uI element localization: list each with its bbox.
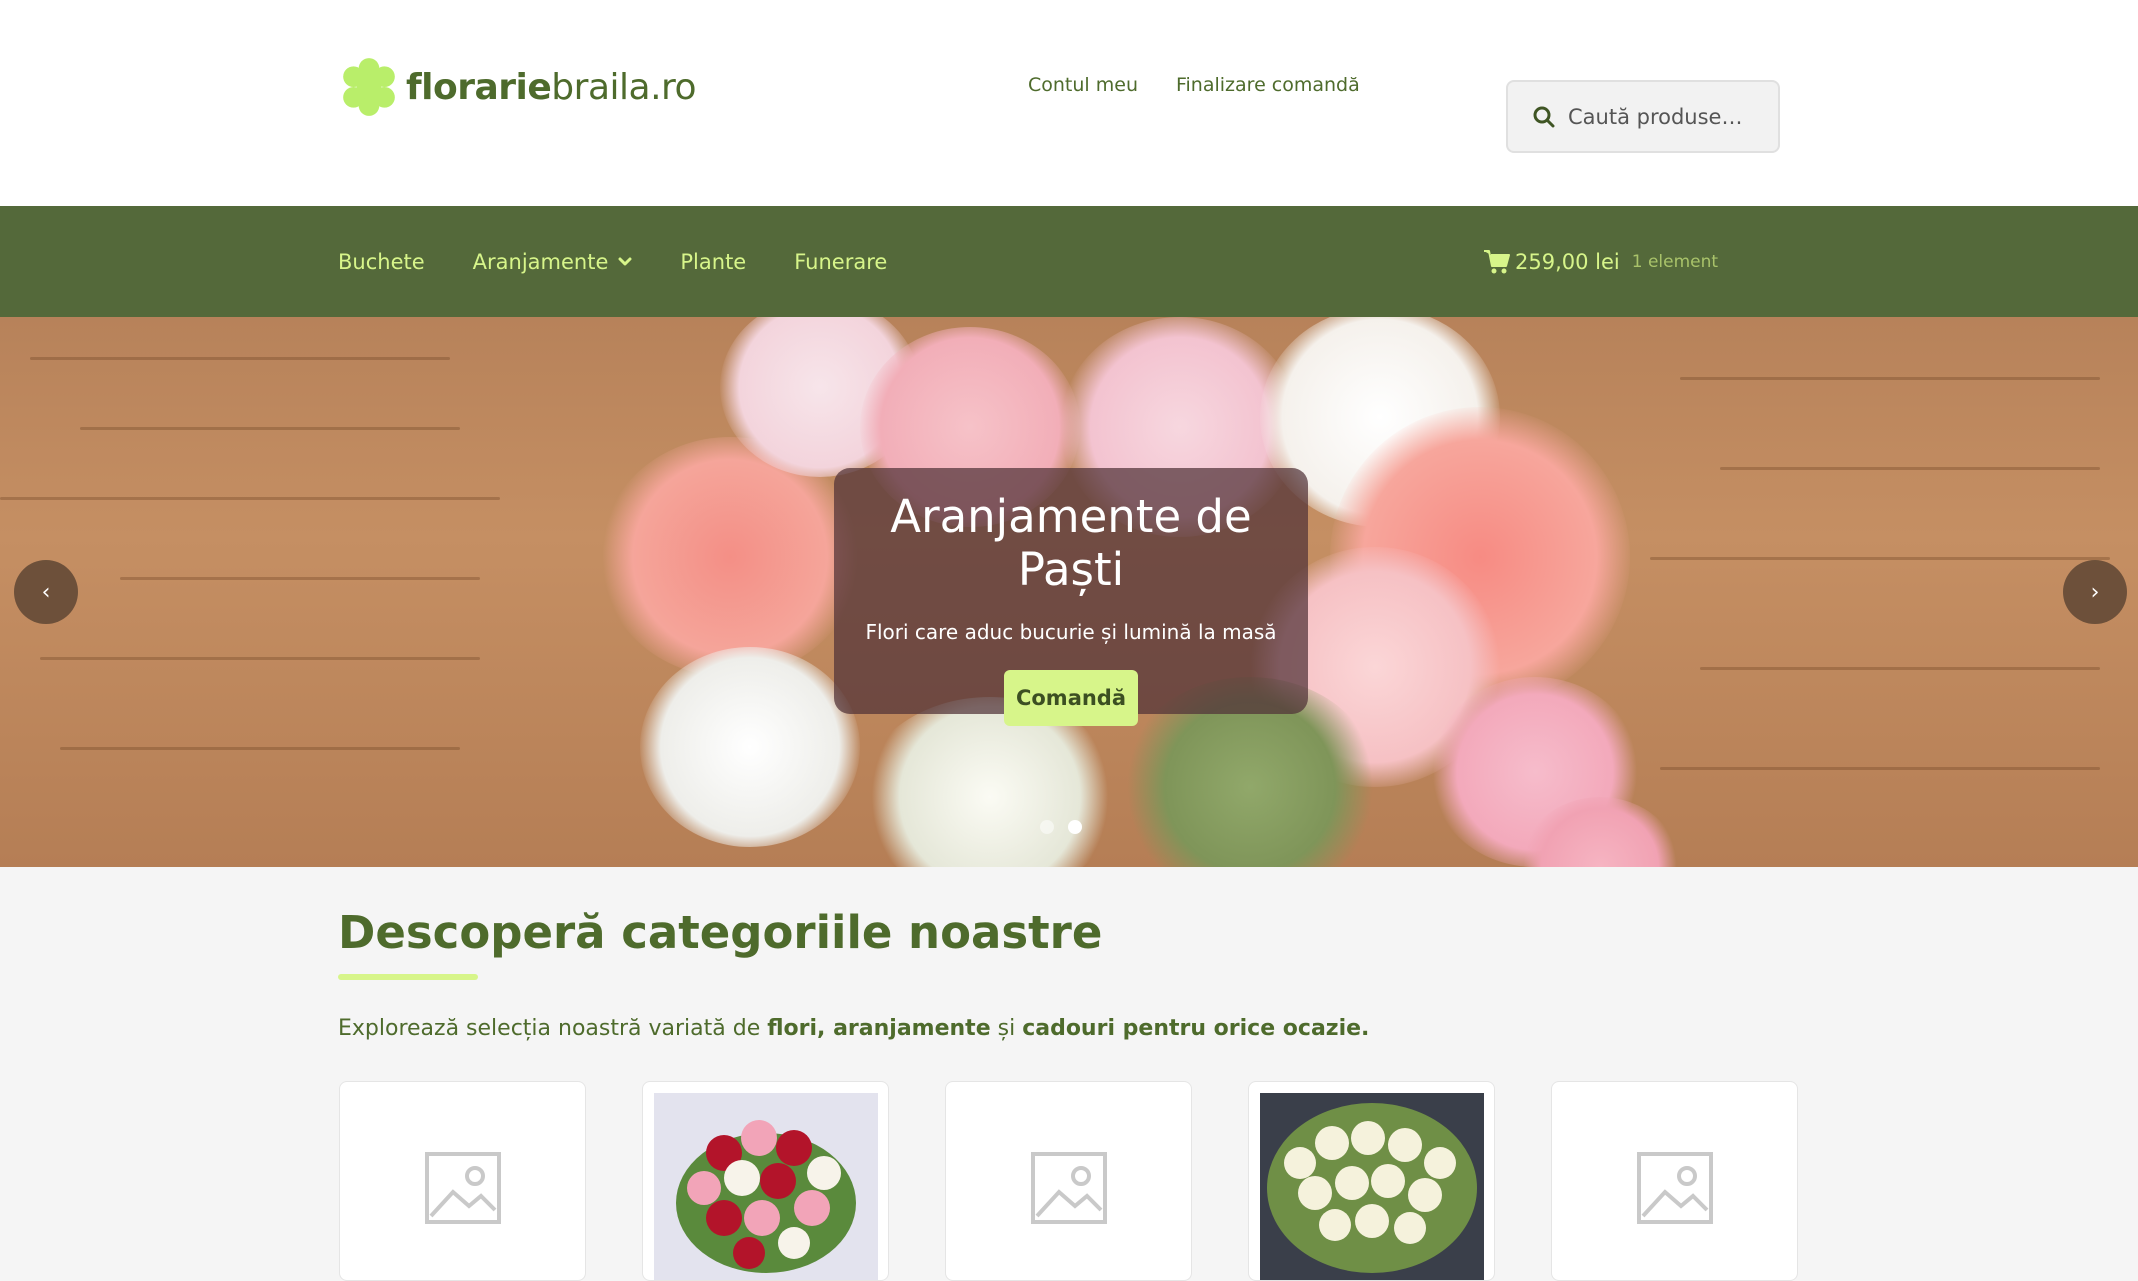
wood-grain [1680,377,2100,380]
slider-dots [1040,820,1082,834]
wood-grain [1660,767,2100,770]
cart-count: 1 element [1631,251,1719,272]
wood-grain [0,497,500,500]
search-icon [1533,106,1555,127]
logo-text-bold: florarie [406,66,552,108]
intro-text: și [990,1016,1023,1041]
nav-item-label: Plante [680,249,747,274]
hero-title: Aranjamente de Paști [890,490,1252,596]
slider-next-button[interactable]: › [2063,560,2127,624]
nav-item-label: Funerare [794,249,888,274]
category-card[interactable] [642,1081,889,1281]
wood-grain [30,357,450,360]
wood-grain [1720,467,2100,470]
slider-dot-active[interactable] [1068,820,1082,834]
image-placeholder-icon [1637,1152,1713,1224]
slider-dot[interactable] [1040,820,1054,834]
hero-subtitle: Flori care aduc bucurie și lumină la mas… [865,620,1277,644]
cart-icon [1484,249,1510,273]
placeholder-image [957,1093,1181,1280]
category-card[interactable] [339,1081,586,1281]
search-input[interactable] [1568,104,1768,129]
placeholder-image [351,1093,575,1280]
nav-item-funerare[interactable]: Funerare [794,250,887,274]
logo-text: florariebraila.ro [406,66,697,108]
nav-item-label: Buchete [338,249,425,274]
wood-grain [80,427,460,430]
image-placeholder-icon [1031,1152,1107,1224]
intro-bold-gifts: cadouri pentru orice ocazie. [1022,1016,1370,1041]
section-intro: Explorează selecția noastră variată de f… [338,1016,1369,1041]
search-box[interactable] [1506,80,1780,153]
wood-grain [120,577,480,580]
category-card[interactable] [945,1081,1192,1281]
white-roses-image [1267,1103,1477,1273]
category-card[interactable] [1551,1081,1798,1281]
site-header: florariebraila.ro Contul meu Finalizare … [0,0,2138,206]
checkout-link[interactable]: Finalizare comandă [1176,74,1360,96]
chevron-down-icon [618,257,632,265]
hero-caption: Aranjamente de Paști Flori care aduc buc… [834,468,1308,726]
account-link[interactable]: Contul meu [1028,74,1138,96]
title-underline [338,974,478,980]
wood-grain [1700,667,2100,670]
order-button[interactable]: Comandă [1003,670,1139,726]
cart-link[interactable]: 259,00 lei 1 element [1483,206,1718,317]
nav-item-label: Aranjamente [472,249,609,274]
nav-item-buchete[interactable]: Buchete [338,250,425,274]
primary-menu: Buchete Aranjamente Plante Funerare [338,206,887,317]
site-logo[interactable]: florariebraila.ro [338,56,697,118]
hero-slider: Aranjamente de Paști Flori care aduc buc… [0,317,2138,867]
wood-grain [40,657,480,660]
category-image-white-roses [1260,1093,1484,1280]
nav-item-aranjamente[interactable]: Aranjamente [473,250,633,274]
section-title: Descoperă categoriile noastre [338,906,1103,959]
placeholder-image [1563,1093,1787,1280]
category-image-roses [654,1093,878,1280]
secondary-nav: Contul meu Finalizare comandă [1028,74,1360,96]
intro-bold-flowers: flori, aranjamente [767,1016,991,1041]
intro-text: Explorează selecția noastră variată de [338,1016,768,1041]
nav-item-plante[interactable]: Plante [680,250,746,274]
roses-image [676,1120,856,1273]
primary-nav: Buchete Aranjamente Plante Funerare 259,… [0,206,2138,317]
image-placeholder-icon [425,1152,501,1224]
wood-grain [1650,557,2110,560]
wood-grain [60,747,460,750]
slider-prev-button[interactable]: ‹ [14,560,78,624]
category-card[interactable] [1248,1081,1495,1281]
cart-amount: 259,00 lei [1515,249,1620,274]
flower-logo-icon [343,58,395,116]
logo-text-regular: braila.ro [551,66,697,108]
